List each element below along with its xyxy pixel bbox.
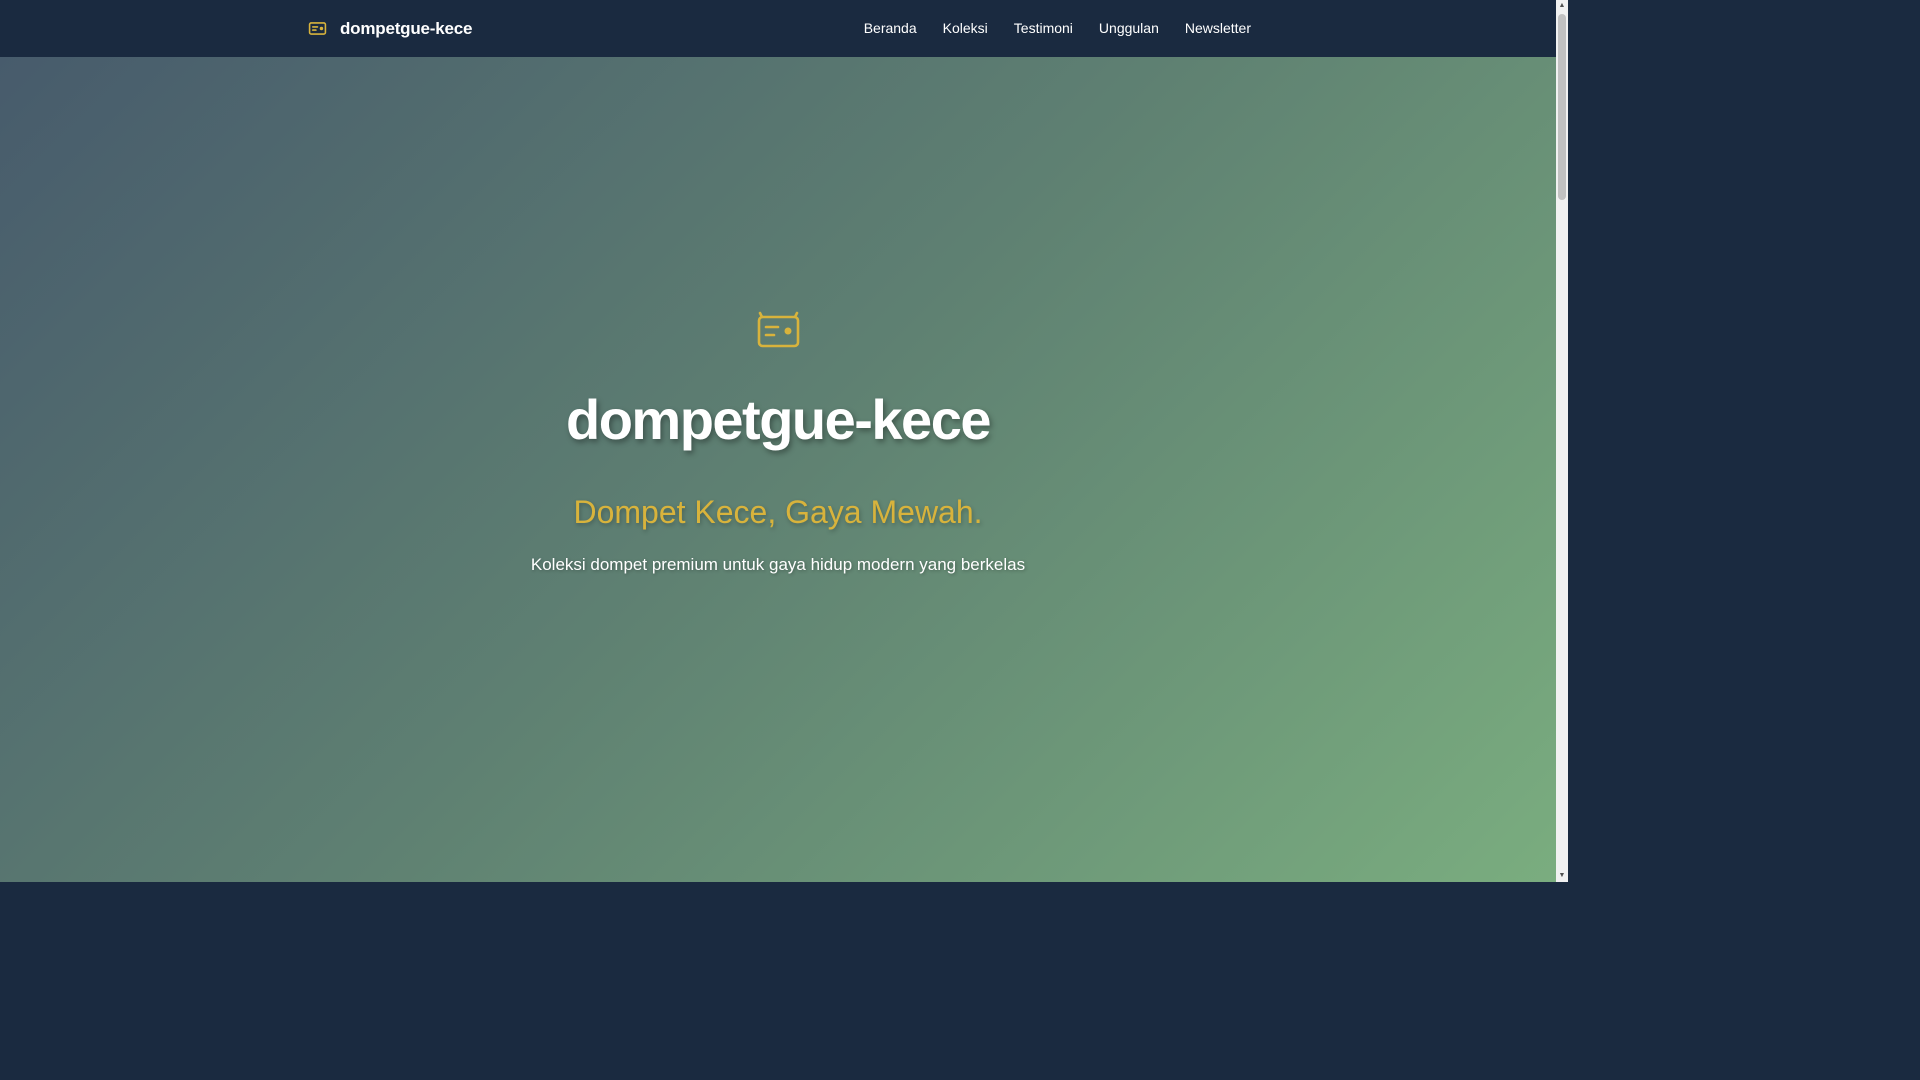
page-scrollbar[interactable]: ▲ ▼ <box>1556 0 1568 882</box>
nav-item-newsletter: Newsletter <box>1185 20 1251 38</box>
navbar: dompetgue-kece Beranda Koleksi Testimoni… <box>0 0 1556 57</box>
hero-description: Koleksi dompet premium untuk gaya hidup … <box>530 555 1026 575</box>
nav-item-unggulan: Unggulan <box>1099 20 1159 38</box>
nav-menu: Beranda Koleksi Testimoni Unggulan Newsl… <box>838 0 1251 57</box>
hero-content: dompetgue-kece Dompet Kece, Gaya Mewah. … <box>0 310 1556 576</box>
wallet-icon <box>308 22 327 35</box>
nav-link-newsletter[interactable]: Newsletter <box>1185 20 1251 36</box>
nav-item-beranda: Beranda <box>864 20 917 38</box>
nav-link-beranda[interactable]: Beranda <box>864 20 917 36</box>
nav-link-unggulan[interactable]: Unggulan <box>1099 20 1159 36</box>
nav-link-testimoni[interactable]: Testimoni <box>1014 20 1073 36</box>
scrollbar-thumb[interactable] <box>1558 14 1566 200</box>
nav-item-koleksi: Koleksi <box>943 20 988 38</box>
hero-title: dompetgue-kece <box>566 388 992 451</box>
scroll-up-arrow-icon[interactable]: ▲ <box>1556 0 1568 12</box>
brand-name: dompetgue-kece <box>340 18 473 38</box>
hero-slogan: Dompet Kece, Gaya Mewah. <box>573 494 983 531</box>
scroll-down-arrow-icon[interactable]: ▼ <box>1556 870 1568 882</box>
nav-item-testimoni: Testimoni <box>1014 20 1073 38</box>
nav-link-koleksi[interactable]: Koleksi <box>943 20 988 36</box>
wallet-icon <box>757 311 799 348</box>
brand-logo-link[interactable]: dompetgue-kece <box>308 0 472 57</box>
hero-section: dompetgue-kece Dompet Kece, Gaya Mewah. … <box>0 57 1556 882</box>
